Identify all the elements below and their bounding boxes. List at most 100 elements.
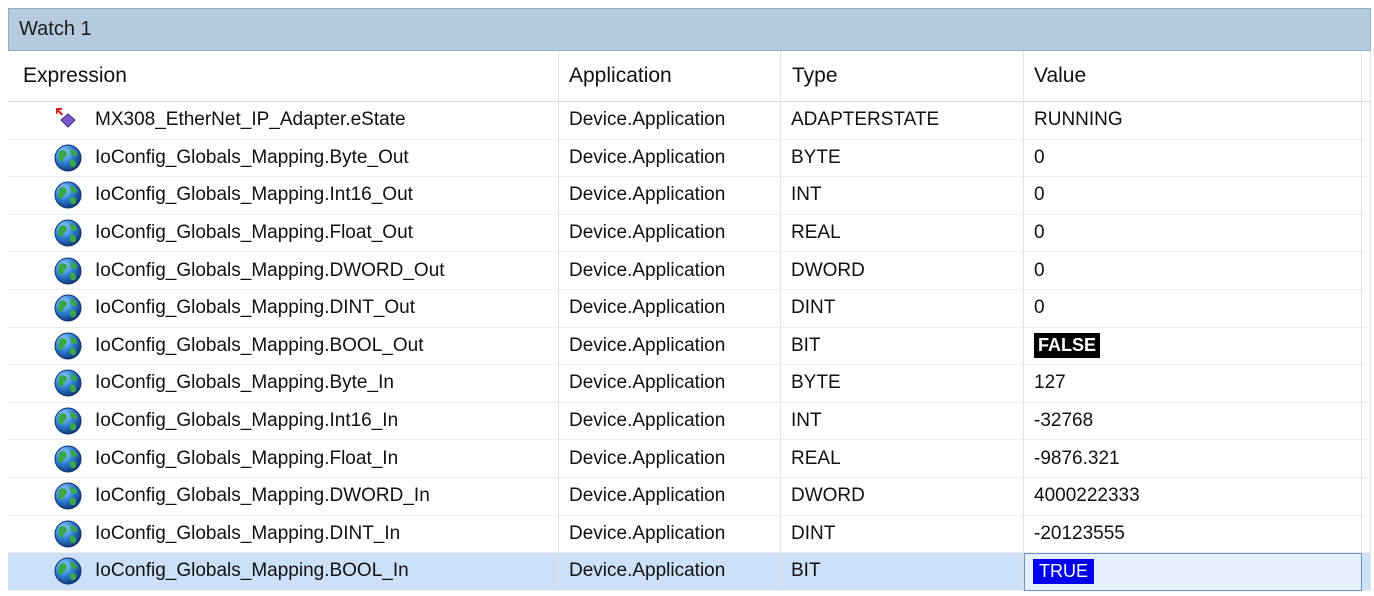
cell-expression[interactable]: IoConfig_Globals_Mapping.Byte_Out [8,139,559,178]
cell-application: Device.Application [559,289,781,328]
cell-filler [1362,289,1371,328]
value-text[interactable]: RUNNING [1034,109,1123,131]
value-text[interactable]: 127 [1034,372,1066,394]
cell-type: BYTE [781,365,1024,403]
cell-value[interactable]: -9876.321 [1024,440,1362,478]
value-text[interactable]: 0 [1034,260,1045,282]
table-row[interactable]: MX308_EtherNet_IP_Adapter.eState Device.A… [8,102,1371,140]
expression-text: IoConfig_Globals_Mapping.BOOL_Out [95,334,424,356]
table-row[interactable]: IoConfig_Globals_Mapping.Byte_In Device.A… [8,365,1371,403]
global-variable-icon [53,368,83,398]
cell-expression[interactable]: IoConfig_Globals_Mapping.Float_Out [8,214,559,253]
value-text[interactable]: 0 [1034,147,1045,169]
value-text[interactable]: -9876.321 [1034,448,1120,470]
table-row[interactable]: IoConfig_Globals_Mapping.DINT_Out Device.… [8,289,1371,328]
cell-expression[interactable]: IoConfig_Globals_Mapping.Float_In [8,440,559,478]
cell-expression[interactable]: MX308_EtherNet_IP_Adapter.eState [8,102,559,140]
table-row[interactable]: IoConfig_Globals_Mapping.DWORD_Out Device… [8,252,1371,290]
expression-text: IoConfig_Globals_Mapping.Int16_In [95,410,399,432]
cell-expression[interactable]: IoConfig_Globals_Mapping.DINT_Out [8,289,559,328]
cell-expression[interactable]: IoConfig_Globals_Mapping.DINT_In [8,515,559,554]
column-header-expression[interactable]: Expression [8,51,559,101]
expression-text: IoConfig_Globals_Mapping.DINT_Out [95,297,416,319]
cell-value[interactable]: 0 [1024,252,1362,290]
expression-text: IoConfig_Globals_Mapping.DWORD_In [95,485,430,507]
table-row[interactable]: IoConfig_Globals_Mapping.Float_Out Device… [8,214,1371,253]
cell-type: REAL [781,440,1024,478]
cell-expression[interactable]: IoConfig_Globals_Mapping.Int16_Out [8,177,559,215]
cell-application: Device.Application [559,177,781,215]
table-row[interactable]: IoConfig_Globals_Mapping.DWORD_In Device.… [8,477,1371,516]
cell-filler [1362,365,1371,403]
global-variable-icon [53,218,83,248]
expression-text: IoConfig_Globals_Mapping.Int16_Out [95,184,413,206]
column-header-filler [1362,51,1371,101]
cell-application: Device.Application [559,214,781,253]
column-header-value[interactable]: Value [1024,51,1362,101]
value-text[interactable]: 0 [1034,297,1045,319]
cell-value[interactable]: 0 [1024,139,1362,178]
column-header-type[interactable]: Type [781,51,1024,101]
column-header-application[interactable]: Application [559,51,781,101]
cell-value[interactable]: FALSE [1024,327,1362,366]
cell-value[interactable]: RUNNING [1024,102,1362,140]
global-variable-icon [53,143,83,173]
enum-variable-icon [53,105,83,135]
cell-application: Device.Application [559,365,781,403]
table-row[interactable]: IoConfig_Globals_Mapping.BOOL_Out Device.… [8,327,1371,366]
cell-filler [1362,402,1371,441]
cell-expression[interactable]: IoConfig_Globals_Mapping.Int16_In [8,402,559,441]
cell-expression[interactable]: IoConfig_Globals_Mapping.BOOL_In [8,553,559,591]
table-row[interactable]: IoConfig_Globals_Mapping.Float_In Device.… [8,440,1371,478]
global-variable-icon [53,180,83,210]
value-text[interactable]: -32768 [1034,410,1093,432]
value-text[interactable]: TRUE [1033,559,1094,585]
value-text[interactable]: 4000222333 [1034,485,1140,507]
cell-type: ADAPTERSTATE [781,102,1024,140]
cell-value[interactable]: 4000222333 [1024,477,1362,516]
cell-filler [1362,214,1371,253]
cell-value[interactable]: -20123555 [1024,515,1362,554]
value-text[interactable]: FALSE [1034,333,1101,359]
cell-expression[interactable]: IoConfig_Globals_Mapping.Byte_In [8,365,559,403]
watch-window-title[interactable]: Watch 1 [8,8,1371,51]
cell-expression[interactable]: IoConfig_Globals_Mapping.BOOL_Out [8,327,559,366]
cell-type: DINT [781,289,1024,328]
cell-value[interactable]: 0 [1024,177,1362,215]
expression-text: MX308_EtherNet_IP_Adapter.eState [95,109,406,131]
cell-application: Device.Application [559,252,781,290]
cell-type: BIT [781,327,1024,366]
cell-filler [1362,139,1371,178]
cell-value[interactable]: -32768 [1024,402,1362,441]
global-variable-icon [53,406,83,436]
cell-filler [1362,477,1371,516]
cell-type: REAL [781,214,1024,253]
cell-application: Device.Application [559,139,781,178]
watch-table-body: MX308_EtherNet_IP_Adapter.eState Device.A… [8,102,1371,591]
cell-type: DWORD [781,477,1024,516]
value-text[interactable]: -20123555 [1034,523,1125,545]
cell-expression[interactable]: IoConfig_Globals_Mapping.DWORD_In [8,477,559,516]
table-row[interactable]: IoConfig_Globals_Mapping.Byte_Out Device.… [8,139,1371,178]
cell-value[interactable]: 0 [1024,289,1362,328]
cell-type: BIT [781,553,1024,591]
cell-filler [1362,102,1371,140]
value-text[interactable]: 0 [1034,222,1045,244]
value-text[interactable]: 0 [1034,184,1045,206]
table-row[interactable]: IoConfig_Globals_Mapping.Int16_Out Device… [8,177,1371,215]
table-row[interactable]: IoConfig_Globals_Mapping.Int16_In Device.… [8,402,1371,441]
cell-application: Device.Application [559,477,781,516]
table-row[interactable]: IoConfig_Globals_Mapping.BOOL_In Device.A… [8,553,1371,591]
table-row[interactable]: IoConfig_Globals_Mapping.DINT_In Device.A… [8,515,1371,554]
cell-value[interactable]: 127 [1024,365,1362,403]
expression-text: IoConfig_Globals_Mapping.BOOL_In [95,560,409,582]
cell-expression[interactable]: IoConfig_Globals_Mapping.DWORD_Out [8,252,559,290]
cell-value[interactable]: TRUE [1024,553,1362,591]
global-variable-icon [53,293,83,323]
cell-filler [1362,515,1371,554]
column-header-row: Expression Application Type Value [8,51,1371,102]
expression-text: IoConfig_Globals_Mapping.Byte_Out [95,146,409,168]
cell-value[interactable]: 0 [1024,214,1362,253]
cell-type: DWORD [781,252,1024,290]
expression-text: IoConfig_Globals_Mapping.Float_In [95,447,399,469]
